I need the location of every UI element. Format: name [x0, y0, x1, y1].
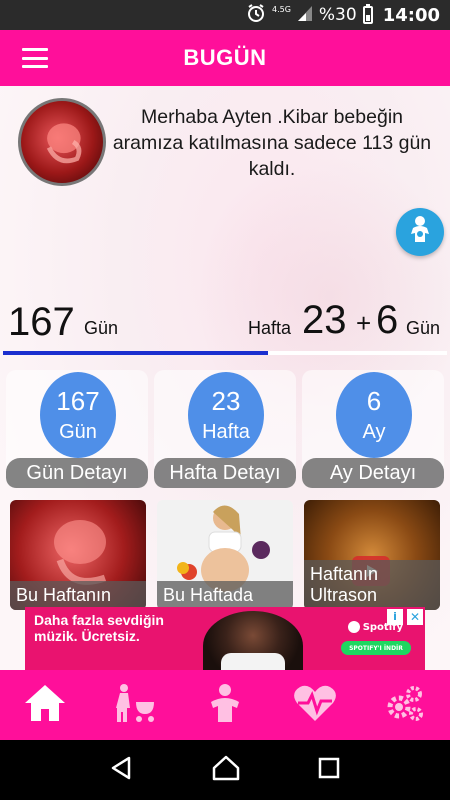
week-label: Hafta	[248, 318, 292, 338]
tile-caption: Haftanın Ultrason	[304, 560, 440, 610]
stat-unit: Gün	[59, 421, 97, 443]
month-stat-circle: 6 Ay	[336, 372, 412, 458]
bottom-nav	[0, 670, 450, 740]
stat-unit: Hafta	[202, 421, 250, 443]
stat-value: 23	[211, 386, 241, 416]
heart-rate-icon	[292, 683, 338, 727]
ad-cta-button[interactable]: SPOTIFY'I İNDİR	[341, 641, 411, 655]
nav-baby[interactable]	[180, 670, 270, 740]
days-unit: Gün	[84, 318, 119, 338]
month-detail-card[interactable]: 6 Ay Ay Detayı	[302, 370, 444, 488]
network-label: 4.5G	[271, 4, 291, 14]
fetus-avatar	[18, 98, 106, 186]
back-icon[interactable]	[109, 755, 135, 785]
recents-icon[interactable]	[317, 756, 341, 784]
greeting-text: Merhaba Ayten .Kibar bebeğin aramıza kat…	[112, 106, 432, 180]
app-bar: BUGÜN	[0, 30, 450, 86]
baby-icon	[405, 214, 435, 250]
this-week-mother-tile[interactable]: Bu Haftada	[157, 500, 293, 610]
clock: 14:00	[382, 4, 440, 26]
content-tiles: Bu Haftanın Bu Haftada Haftanın Ultrason	[10, 500, 440, 610]
settings-gears-icon	[385, 683, 425, 727]
battery-icon	[362, 4, 373, 24]
progress-fill	[3, 351, 268, 355]
signal-icon	[297, 4, 313, 27]
month-detail-button[interactable]: Ay Detayı	[302, 458, 444, 488]
week-stat-circle: 23 Hafta	[188, 372, 264, 458]
stat-cards: 167 Gün Gün Detayı 23 Hafta Hafta Detayı…	[6, 370, 444, 488]
stat-value: 6	[366, 386, 382, 416]
menu-icon[interactable]	[22, 48, 48, 68]
ad-close-icon[interactable]: ✕	[407, 609, 423, 625]
progress-track	[3, 351, 447, 355]
extra-days-count: 6	[376, 298, 399, 342]
home-button-icon[interactable]	[212, 755, 240, 785]
nav-health[interactable]	[270, 670, 360, 740]
baby-fab-button[interactable]	[396, 208, 444, 256]
tile-caption: Bu Haftada	[157, 581, 293, 610]
ad-person-image	[203, 611, 303, 670]
mother-stroller-icon	[112, 682, 158, 728]
nav-settings[interactable]	[360, 670, 450, 740]
ad-text: Daha fazla sevdiğin müzik. Ücretsiz.	[34, 612, 174, 644]
page-title: BUGÜN	[183, 45, 267, 70]
weekly-ultrasound-tile[interactable]: Haftanın Ultrason	[304, 500, 440, 610]
nav-home[interactable]	[0, 670, 90, 740]
plus-sign: +	[356, 308, 372, 338]
nav-mother[interactable]	[90, 670, 180, 740]
spotify-icon	[347, 621, 360, 633]
home-icon	[23, 683, 67, 727]
battery-percent: %30	[318, 5, 357, 25]
system-nav-bar	[0, 740, 450, 800]
days-count: 167	[8, 300, 75, 344]
day-stat-circle: 167 Gün	[40, 372, 116, 458]
baby-icon	[205, 682, 245, 728]
pregnancy-progress: 167 Gün Hafta 23 + 6 Gün	[0, 298, 450, 348]
day-detail-card[interactable]: 167 Gün Gün Detayı	[6, 370, 148, 488]
stat-unit: Ay	[362, 421, 386, 443]
ad-banner[interactable]: Daha fazla sevdiğin müzik. Ücretsiz. Spo…	[25, 607, 425, 670]
stat-value: 167	[56, 386, 100, 416]
day-detail-button[interactable]: Gün Detayı	[6, 458, 148, 488]
status-bar: 4.5G %30 14:00	[0, 0, 450, 30]
this-week-baby-tile[interactable]: Bu Haftanın	[10, 500, 146, 610]
tile-caption: Bu Haftanın	[10, 581, 146, 610]
week-detail-button[interactable]: Hafta Detayı	[154, 458, 296, 488]
extra-days-unit: Gün	[406, 318, 441, 338]
main-content: Merhaba Ayten .Kibar bebeğin aramıza kat…	[0, 86, 450, 670]
alarm-icon	[246, 3, 266, 28]
week-detail-card[interactable]: 23 Hafta Hafta Detayı	[154, 370, 296, 488]
week-count: 23	[302, 298, 347, 342]
ad-text-content: Daha fazla sevdiğin müzik. Ücretsiz.	[34, 612, 164, 644]
ad-info-icon[interactable]: i	[387, 609, 403, 625]
